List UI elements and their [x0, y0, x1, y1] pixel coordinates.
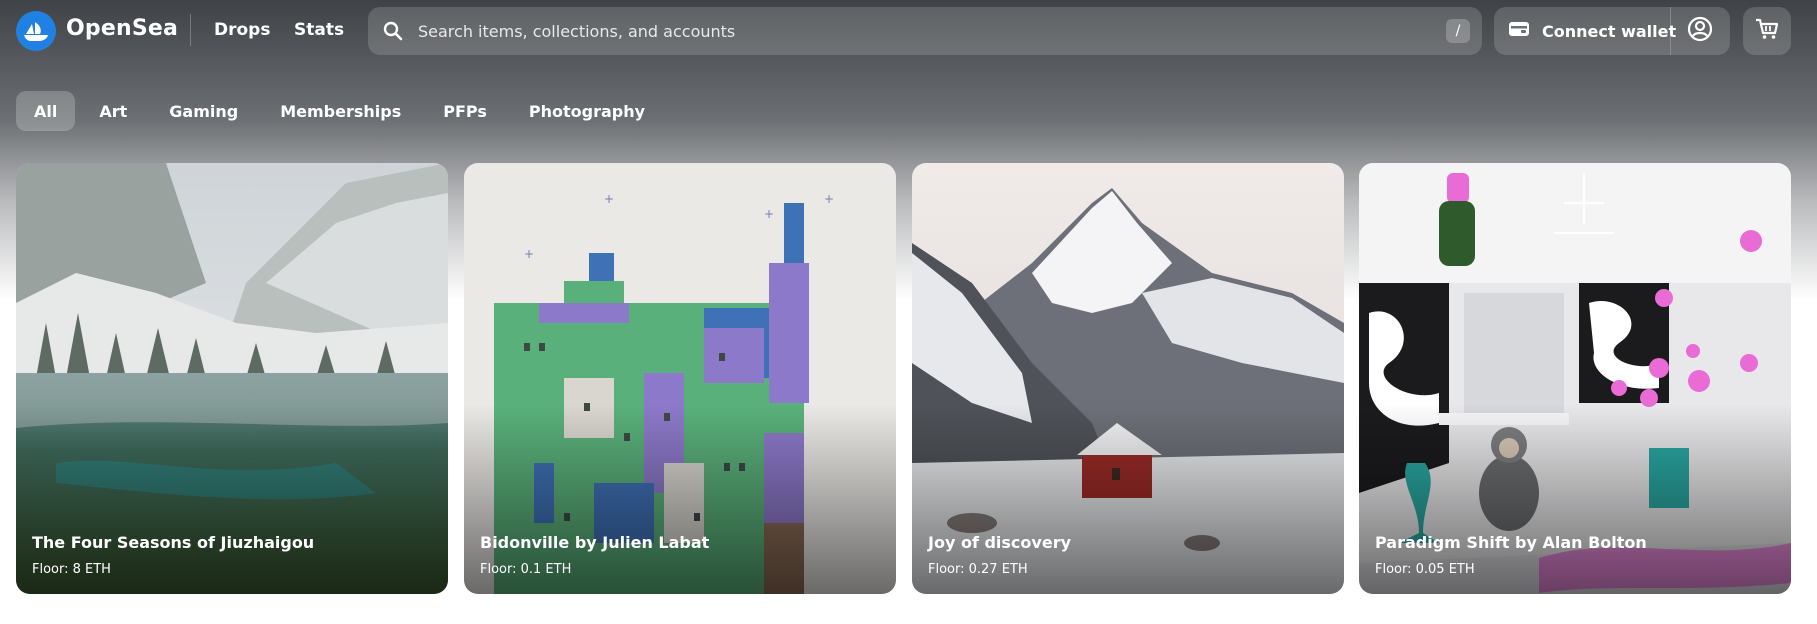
top-header: OpenSea Drops Stats / Connect wallet	[0, 0, 1817, 62]
tab-all[interactable]: All	[16, 91, 76, 131]
wallet-group: Connect wallet	[1494, 7, 1730, 55]
profile-icon	[1687, 16, 1713, 46]
svg-text:+: +	[524, 247, 534, 261]
collection-card[interactable]: Joy of discovery Floor: 0.27 ETH	[912, 163, 1344, 594]
connect-wallet-label: Connect wallet	[1542, 21, 1677, 41]
search-input[interactable]	[416, 10, 1446, 52]
nav-drops[interactable]: Drops	[214, 20, 270, 40]
collection-floor-price: Floor: 0.1 ETH	[480, 562, 572, 577]
collection-card[interactable]: Paradigm Shift by Alan Bolton Floor: 0.0…	[1359, 163, 1791, 594]
profile-button[interactable]	[1671, 7, 1729, 55]
tab-photography[interactable]: Photography	[511, 91, 663, 131]
header-divider	[190, 14, 191, 46]
collection-title: The Four Seasons of Jiuzhaigou	[32, 533, 315, 552]
cart-icon	[1755, 18, 1779, 44]
brand-name[interactable]: OpenSea	[66, 16, 178, 41]
nav-stats[interactable]: Stats	[294, 20, 344, 40]
svg-text:+: +	[824, 192, 834, 206]
tab-art[interactable]: Art	[81, 91, 145, 131]
collection-card[interactable]: The Four Seasons of Jiuzhaigou Floor: 8 …	[16, 163, 448, 594]
svg-text:+: +	[604, 192, 614, 206]
svg-text:+: +	[764, 207, 774, 221]
collection-floor-price: Floor: 0.05 ETH	[1375, 562, 1475, 577]
connect-wallet-button[interactable]: Connect wallet	[1494, 7, 1676, 55]
collection-title: Joy of discovery	[928, 533, 1072, 552]
tab-memberships[interactable]: Memberships	[262, 91, 419, 131]
wallet-icon	[1508, 20, 1530, 42]
search-shortcut-badge: /	[1446, 19, 1470, 43]
tab-gaming[interactable]: Gaming	[151, 91, 256, 131]
search-icon	[382, 20, 404, 42]
collection-title: Bidonville by Julien Labat	[480, 533, 710, 552]
collection-floor-price: Floor: 0.27 ETH	[928, 562, 1028, 577]
collection-card[interactable]: + + + + Bidonville by Julien Labat Floor: 0…	[464, 163, 896, 594]
category-tabs: All Art Gaming Memberships PFPs Photogra…	[16, 91, 663, 131]
cart-button[interactable]	[1743, 7, 1791, 55]
collection-title: Paradigm Shift by Alan Bolton	[1375, 533, 1647, 552]
opensea-logo-icon[interactable]	[16, 11, 56, 51]
search-bar[interactable]: /	[368, 7, 1482, 55]
tab-pfps[interactable]: PFPs	[425, 91, 505, 131]
collection-floor-price: Floor: 8 ETH	[32, 562, 111, 577]
